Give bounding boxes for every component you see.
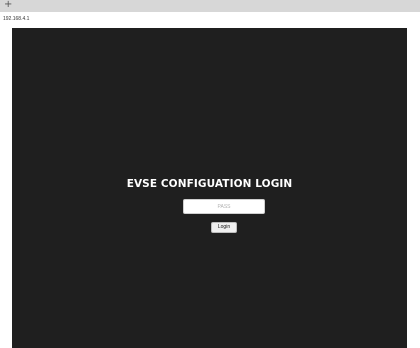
browser-tab-bar: +: [0, 0, 420, 12]
page-title: EVSE CONFIGUATION LOGIN: [126, 178, 293, 190]
login-button[interactable]: Login: [211, 222, 237, 233]
address-bar[interactable]: 192.168.4.1: [0, 12, 420, 28]
new-tab-icon[interactable]: +: [4, 0, 12, 12]
url-text[interactable]: 192.168.4.1: [3, 15, 29, 23]
page-viewport: EVSE CONFIGUATION LOGIN Login: [12, 28, 407, 348]
password-input[interactable]: [183, 199, 265, 214]
